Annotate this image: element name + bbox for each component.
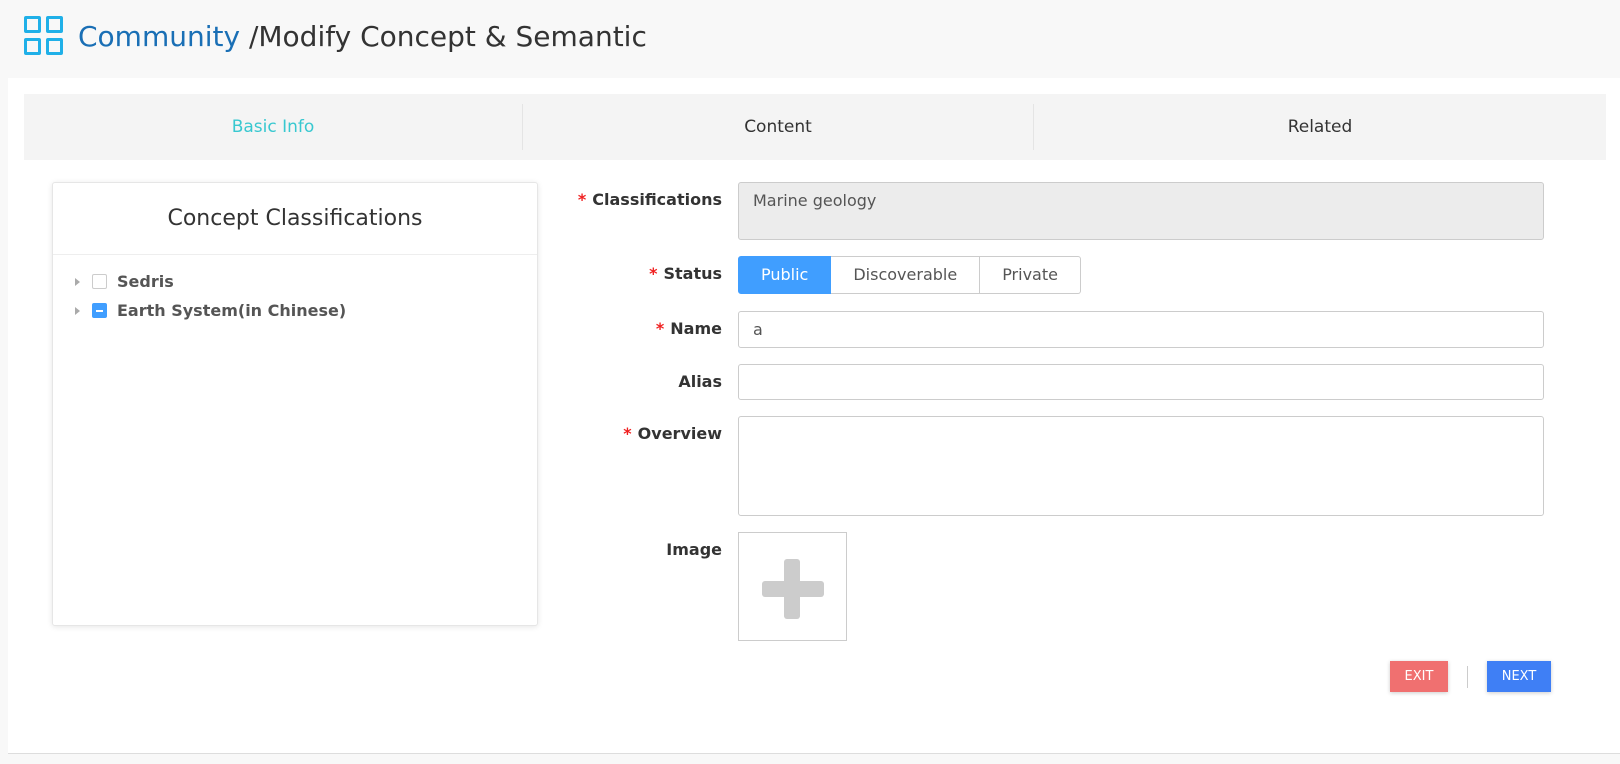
name-row: * Name a [568,311,1544,348]
name-input[interactable]: a [738,311,1544,348]
image-label: Image [666,540,722,559]
classification-tree: Sedris Earth System(in Chinese) [53,255,537,325]
status-radio-group: Public Discoverable Private [738,256,1081,294]
name-label: * Name [655,319,722,338]
image-row: Image [568,532,847,641]
tree-node-earth-system[interactable]: Earth System(in Chinese) [53,296,537,325]
tree-node-label[interactable]: Earth System(in Chinese) [117,301,346,320]
tab-content[interactable]: Content [523,94,1033,160]
exit-button[interactable]: EXIT [1390,661,1448,692]
status-row: * Status Public Discoverable Private [568,256,1081,294]
main-card: Basic Info Content Related Concept Class… [8,78,1620,754]
tab-related[interactable]: Related [1034,94,1606,160]
alias-row: Alias [568,364,1544,400]
next-button[interactable]: NEXT [1487,661,1551,692]
status-option-public[interactable]: Public [738,256,832,294]
tab-basic-info[interactable]: Basic Info [24,94,522,160]
checkbox-indeterminate[interactable] [92,303,107,318]
page-title: Community /Modify Concept & Semantic [78,18,647,56]
classifications-row: * Classifications Marine geology [568,182,1544,240]
alias-label: Alias [678,372,722,391]
step-tabs: Basic Info Content Related [24,94,1606,160]
concept-classifications-panel: Concept Classifications Sedris Earth Sys… [52,182,538,626]
tree-node-label[interactable]: Sedris [117,272,174,291]
checkbox[interactable] [92,274,107,289]
overview-label: * Overview [623,424,722,443]
classifications-field[interactable]: Marine geology [738,182,1544,240]
overview-textarea[interactable] [738,416,1544,516]
grid-logo-icon [24,16,66,58]
caret-right-icon[interactable] [75,306,80,315]
required-mark: * [623,424,632,443]
status-label: * Status [649,264,722,283]
status-option-private[interactable]: Private [980,256,1081,294]
overview-row: * Overview [568,416,1544,516]
caret-right-icon[interactable] [75,277,80,286]
tree-node-sedris[interactable]: Sedris [53,267,537,296]
required-mark: * [655,319,665,338]
image-upload-button[interactable] [738,532,847,641]
required-mark: * [649,264,658,283]
breadcrumb-community-link[interactable]: Community [78,20,240,53]
page-header: Community /Modify Concept & Semantic [0,0,1620,78]
breadcrumb-current: /Modify Concept & Semantic [240,20,647,53]
panel-title: Concept Classifications [53,183,537,255]
required-mark: * [577,190,587,209]
button-divider [1467,666,1468,688]
alias-input[interactable] [738,364,1544,400]
classifications-label: * Classifications [577,190,722,209]
status-option-discoverable[interactable]: Discoverable [831,256,981,294]
